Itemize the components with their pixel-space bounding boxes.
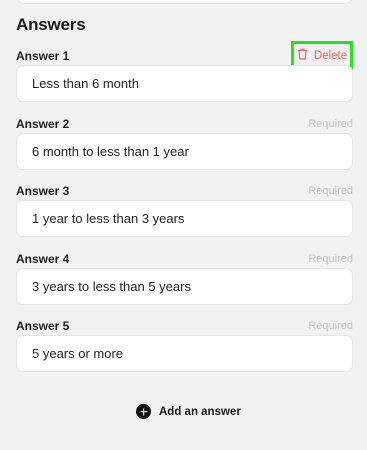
answer-input[interactable]: 5 years or more bbox=[16, 335, 353, 372]
section-title: Answers bbox=[16, 15, 86, 34]
answers-panel: Answers Answer 1 Delete Less than 6 mont… bbox=[0, 0, 367, 450]
plus-circle-icon bbox=[136, 404, 151, 419]
delete-label: Delete bbox=[313, 49, 348, 62]
answer-label: Answer 3 bbox=[16, 184, 70, 198]
answer-label: Answer 4 bbox=[16, 252, 70, 266]
answer-input[interactable]: 1 year to less than 3 years bbox=[16, 200, 353, 237]
previous-card bbox=[16, 0, 353, 4]
answer-input[interactable]: 6 month to less than 1 year bbox=[16, 133, 353, 170]
required-label: Required bbox=[308, 320, 353, 332]
answer-label: Answer 2 bbox=[16, 117, 70, 131]
required-label: Required bbox=[308, 118, 353, 130]
answer-input[interactable]: Less than 6 month bbox=[16, 65, 353, 102]
trash-icon bbox=[297, 48, 308, 63]
required-label: Required bbox=[308, 253, 353, 265]
add-answer-button[interactable]: Add an answer bbox=[136, 404, 241, 419]
answer-label: Answer 5 bbox=[16, 319, 70, 333]
answer-input[interactable]: 3 years to less than 5 years bbox=[16, 268, 353, 305]
required-label: Required bbox=[308, 185, 353, 197]
answer-label: Answer 1 bbox=[16, 49, 70, 63]
add-answer-label: Add an answer bbox=[159, 405, 241, 418]
